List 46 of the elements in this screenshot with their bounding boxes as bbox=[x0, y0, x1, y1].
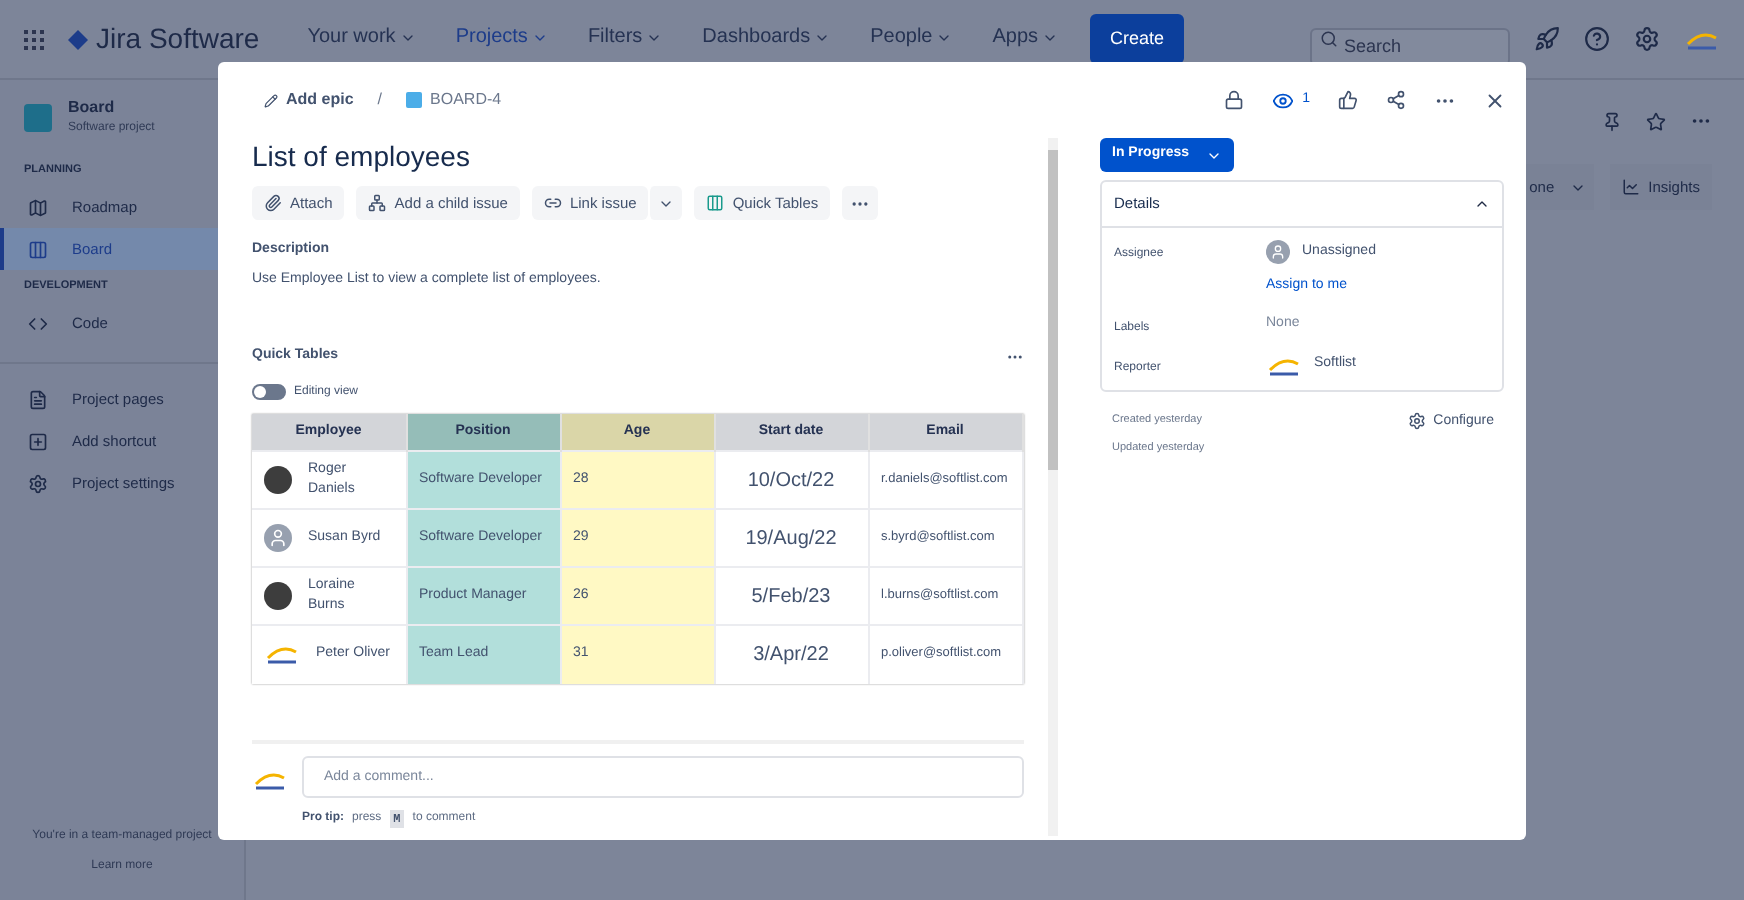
breadcrumb-separator: / bbox=[377, 88, 383, 112]
close-icon[interactable] bbox=[1484, 89, 1506, 111]
search-icon bbox=[1320, 30, 1338, 48]
columns-icon bbox=[28, 239, 48, 260]
share-icon[interactable] bbox=[1386, 90, 1406, 110]
project-avatar-icon bbox=[24, 103, 52, 131]
project-name: Board bbox=[68, 96, 117, 120]
app-name: Jira Software bbox=[96, 20, 260, 58]
link-icon bbox=[543, 194, 562, 212]
link-dropdown-button[interactable] bbox=[648, 186, 683, 220]
like-icon[interactable] bbox=[1338, 90, 1358, 110]
table-cell: 19/Aug/22 bbox=[714, 509, 868, 567]
add-shortcut-icon bbox=[28, 432, 48, 452]
issue-title: List of employees bbox=[252, 138, 472, 174]
more-button[interactable] bbox=[842, 186, 879, 220]
table-cell: 3/Apr/22 bbox=[714, 625, 868, 683]
apps-grid-icon[interactable] bbox=[24, 29, 44, 49]
roadmap-icon bbox=[28, 197, 48, 218]
diamond-logo-icon bbox=[68, 29, 88, 49]
table-icon bbox=[706, 194, 725, 212]
help-icon[interactable] bbox=[1584, 26, 1610, 52]
collapse-icon[interactable] bbox=[1474, 196, 1490, 212]
person-icon bbox=[1266, 240, 1290, 264]
search-field[interactable]: Search bbox=[1310, 27, 1510, 65]
pencil-icon bbox=[264, 93, 278, 107]
table-cell: 5/Feb/23 bbox=[714, 567, 868, 625]
settings-icon[interactable] bbox=[1634, 26, 1660, 52]
gear-icon bbox=[1407, 412, 1426, 431]
issue-key-link[interactable]: BOARD-4 bbox=[430, 88, 502, 112]
code-icon bbox=[28, 314, 48, 334]
create-button[interactable]: Create bbox=[1090, 13, 1185, 65]
paperclip-icon bbox=[264, 194, 282, 212]
page-icon bbox=[28, 390, 48, 410]
scrollbar[interactable] bbox=[1047, 138, 1058, 836]
star-icon[interactable] bbox=[1646, 111, 1666, 131]
checkbox-icon bbox=[406, 92, 423, 108]
watch-icon[interactable] bbox=[1272, 89, 1295, 111]
hierarchy-icon bbox=[368, 194, 387, 212]
lock-icon[interactable] bbox=[1224, 90, 1245, 110]
toggle-switch[interactable] bbox=[252, 384, 286, 400]
table-cell: 10/Oct/22 bbox=[714, 451, 868, 509]
notifications-icon[interactable] bbox=[1534, 26, 1560, 52]
chart-icon bbox=[1622, 178, 1641, 197]
settings-icon bbox=[28, 474, 48, 494]
pin-icon[interactable] bbox=[1602, 111, 1622, 131]
add-epic-button[interactable]: Add epic bbox=[264, 88, 354, 112]
